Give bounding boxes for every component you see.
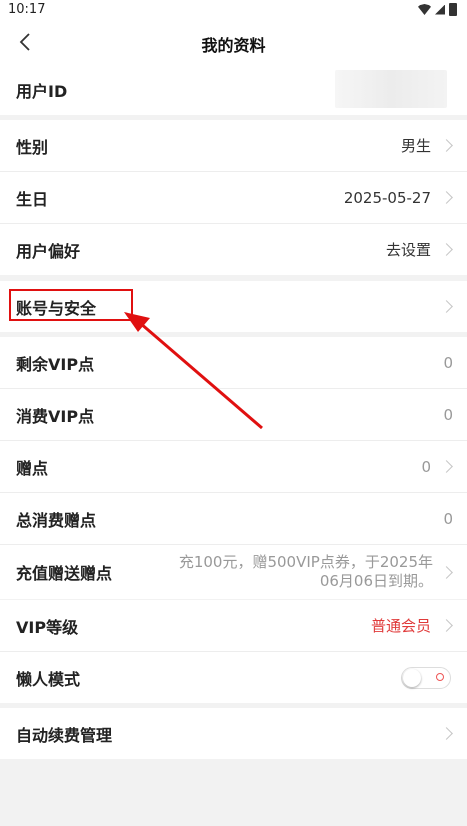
birthday-label: 生日: [16, 189, 49, 209]
gift-used-value: 0: [443, 509, 453, 528]
auto-renew-row[interactable]: 自动续费管理: [0, 708, 467, 759]
gift-used-label: 总消费赠点: [16, 510, 97, 530]
chevron-right-icon: [440, 619, 453, 632]
gift-value: 0: [421, 457, 431, 476]
page-title: 我的资料: [201, 36, 266, 55]
birthday-value: 2025-05-27: [343, 188, 431, 207]
auto-renew-label: 自动续费管理: [16, 725, 113, 745]
toggle-off-ring-icon: [436, 672, 444, 681]
chevron-right-icon: [440, 727, 453, 740]
birthday-row[interactable]: 生日 2025-05-27: [0, 172, 467, 224]
prefs-label: 用户偏好: [16, 241, 81, 261]
user-id-group: 用户ID: [0, 64, 467, 115]
chevron-right-icon: [440, 565, 453, 579]
vip-left-label: 剩余VIP点: [16, 354, 95, 374]
gift-row[interactable]: 赠点 0: [0, 441, 467, 493]
vip-left-value: 0: [443, 353, 453, 372]
vip-used-label: 消费VIP点: [16, 406, 95, 426]
status-icons: [418, 3, 457, 16]
toggle-knob: [403, 668, 421, 687]
profile-group: 性别 男生 生日 2025-05-27 用户偏好 去设置: [0, 120, 467, 275]
recharge-line2: 06月06日到期。: [319, 572, 433, 590]
vip-left-row: 剩余VIP点 0: [0, 337, 467, 389]
vip-level-label: VIP等级: [16, 617, 79, 637]
recharge-description: 充100元，赠500VIP点券，于2025年 06月06日到期。: [179, 553, 433, 591]
gift-label: 赠点: [16, 458, 49, 478]
vip-used-value: 0: [443, 405, 453, 424]
wifi-icon: [418, 4, 431, 15]
points-group: 剩余VIP点 0 消费VIP点 0 赠点 0 总消费赠点 0 充值赠送赠点 充1…: [0, 337, 467, 599]
chevron-right-icon: [440, 300, 453, 313]
status-bar: 10:17: [0, 0, 467, 20]
chevron-right-icon: [440, 460, 453, 473]
prefs-row[interactable]: 用户偏好 去设置: [0, 224, 467, 275]
user-id-label: 用户ID: [16, 81, 68, 101]
vip-level-row[interactable]: VIP等级 普通会员: [0, 600, 467, 652]
lazy-mode-label: 懒人模式: [16, 669, 81, 689]
gender-row[interactable]: 性别 男生: [0, 120, 467, 172]
chevron-right-icon: [440, 243, 453, 256]
status-time: 10:17: [8, 2, 46, 17]
gender-label: 性别: [16, 137, 49, 157]
renew-group: 自动续费管理: [0, 708, 467, 759]
vip-used-row: 消费VIP点 0: [0, 389, 467, 441]
user-id-value-blurred: [335, 70, 447, 108]
gender-value: 男生: [400, 137, 431, 155]
recharge-label: 充值赠送赠点: [16, 564, 113, 583]
lazy-mode-row: 懒人模式: [0, 652, 467, 703]
chevron-right-icon: [440, 139, 453, 152]
annotation-highlight-box: [9, 289, 133, 321]
signal-icon: [435, 4, 445, 15]
nav-bar: 我的资料: [0, 20, 467, 64]
vip-group: VIP等级 普通会员 懒人模式: [0, 600, 467, 703]
vip-level-value: 普通会员: [370, 617, 431, 635]
recharge-row[interactable]: 充值赠送赠点 充100元，赠500VIP点券，于2025年 06月06日到期。: [0, 545, 467, 599]
chevron-right-icon: [440, 191, 453, 204]
recharge-line1: 充100元，赠500VIP点券，于2025年: [178, 553, 433, 571]
gift-used-row: 总消费赠点 0: [0, 493, 467, 545]
user-id-row: 用户ID: [0, 64, 467, 115]
battery-icon: [449, 3, 457, 16]
prefs-value: 去设置: [385, 241, 431, 259]
lazy-mode-toggle[interactable]: [401, 666, 451, 689]
